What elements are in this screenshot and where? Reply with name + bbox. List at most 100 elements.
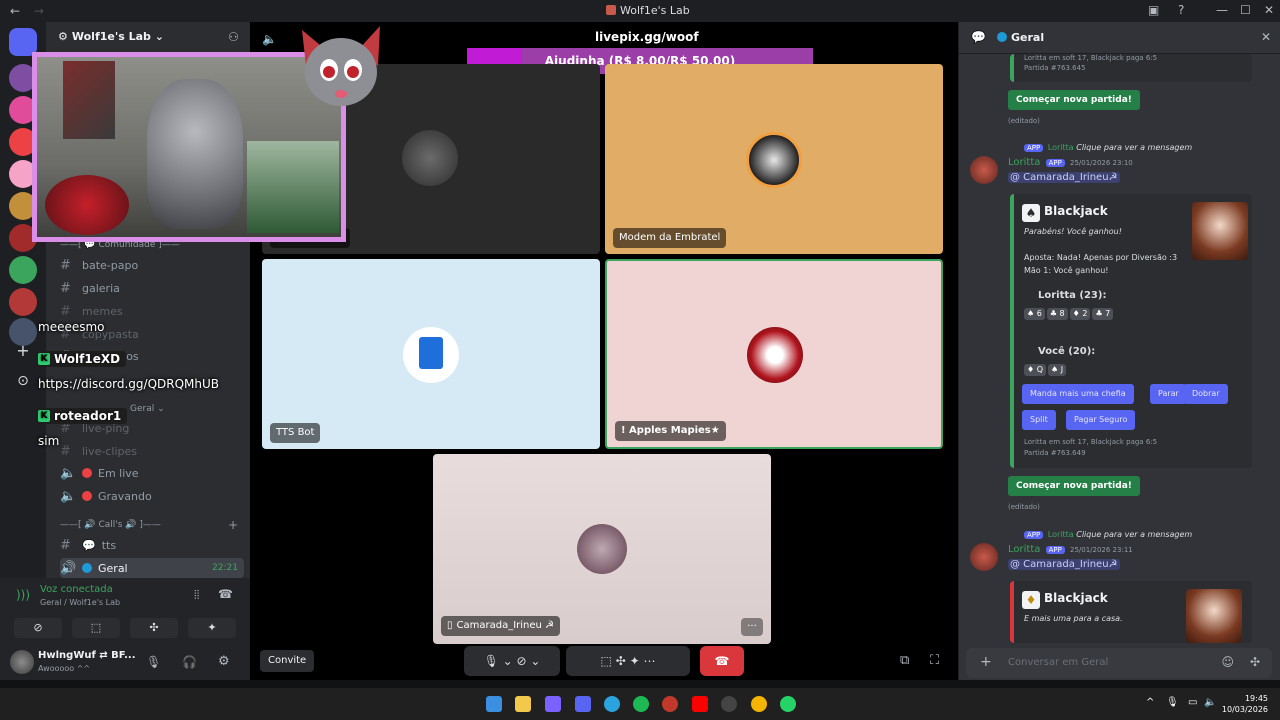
spotify-icon[interactable] (633, 696, 649, 712)
fullscreen-icon[interactable]: ⛶ (930, 653, 939, 668)
hit-button[interactable]: Manda mais uma chefia (1022, 384, 1134, 404)
server-icon[interactable] (9, 288, 37, 316)
server-icon[interactable] (9, 256, 37, 284)
app-icon[interactable] (662, 696, 678, 712)
participant-tile[interactable]: Modem da Embratel (605, 64, 943, 254)
soundboard-button[interactable]: ✦ (188, 618, 236, 638)
server-name-header[interactable]: ⚙ Wolf1e's Lab ⌄ (58, 30, 164, 43)
screen-share-button[interactable]: ⬚ (72, 618, 120, 638)
channel-live-clipes[interactable]: # live-clipes (60, 441, 137, 461)
insurance-button[interactable]: Pagar Seguro (1066, 410, 1136, 430)
taskbar-clock[interactable]: 19:45 10/03/2026 (1222, 693, 1268, 715)
camera-toggle-button[interactable]: ⊘ (14, 618, 62, 638)
speaker-icon: 🔈 (60, 465, 77, 481)
participant-tile[interactable]: ! Apples Mapies★ (605, 259, 943, 449)
new-game-button[interactable]: Começar nova partida! (1008, 90, 1140, 110)
tray-volume-icon[interactable]: 🔈 (1204, 697, 1216, 708)
help-icon[interactable]: ? (1178, 3, 1184, 17)
noise-suppression-icon[interactable]: ⦙⦙ (194, 588, 199, 603)
close-chat-icon[interactable]: ✕ (1261, 30, 1271, 44)
username-text: roteador1 (54, 409, 122, 423)
avatar[interactable] (970, 543, 998, 571)
microphone-icon[interactable]: 🎙 (146, 655, 161, 669)
invite-button[interactable]: Convite (260, 650, 315, 672)
settings-gear-icon[interactable]: ⚙ (218, 654, 230, 669)
message-author[interactable]: Loritta APP 25/01/2026 23:10 (1008, 157, 1133, 168)
hang-up-button[interactable]: ☎ (700, 646, 744, 676)
reply-reference[interactable]: APP Loritta Clique para ver a mensagem (1022, 530, 1192, 539)
participant-tile[interactable]: TTS Bot (262, 259, 600, 449)
embed-footer: Loritta em soft 17, Blackjack paga 6:5 (1024, 54, 1158, 62)
username[interactable]: HwlngWuf ⇄ BF... (38, 650, 136, 661)
explore-icon[interactable]: ⊙ (9, 368, 37, 396)
emoji-icon[interactable]: ☺ (1221, 655, 1234, 669)
embed-title: Blackjack (1044, 204, 1108, 218)
channel-galeria[interactable]: # galeria (60, 278, 120, 298)
reply-text: Clique para ver a mensagem (1076, 143, 1193, 152)
user-mention[interactable]: @ Camarada_Irineu☭ (1008, 559, 1120, 570)
headset-icon[interactable]: 🎧 (182, 655, 197, 669)
participant-tile[interactable]: ▯ Camarada_Irineu ☭ ··· (433, 454, 771, 644)
hand-result: Mão 1: Você ganhou! (1024, 266, 1109, 275)
windows-start-icon[interactable] (486, 696, 502, 712)
disconnect-icon[interactable]: ☎ (218, 587, 233, 601)
tray-network-icon[interactable]: ▭ (1188, 697, 1197, 708)
inbox-icon[interactable]: ▣ (1148, 3, 1159, 17)
chrome-icon[interactable] (751, 696, 767, 712)
split-button[interactable]: Split (1022, 410, 1056, 430)
playing-card: ♣ 7 (1092, 308, 1114, 320)
category-geral[interactable]: Geral ⌄ (130, 404, 165, 414)
reply-reference[interactable]: APP Loritta Clique para ver a mensagem (1022, 143, 1192, 152)
new-game-button[interactable]: Começar nova partida! (1008, 476, 1140, 496)
double-button[interactable]: Dobrar (1184, 384, 1228, 404)
channel-tts[interactable]: # 💬 tts (60, 535, 116, 555)
activities-button[interactable]: ✣ (130, 618, 178, 638)
category-calls[interactable]: ——[ 🔊 Call's 🔊 ]—— (60, 520, 161, 530)
tray-chevron-icon[interactable]: ^ (1146, 697, 1154, 708)
nav-arrows: ← → (10, 4, 44, 18)
message-author[interactable]: Loritta APP 25/01/2026 23:11 (1008, 544, 1133, 555)
add-member-icon[interactable]: ⚇ (228, 30, 239, 44)
voice-channel-gravando[interactable]: 🔈 Gravando (60, 486, 152, 506)
hash-icon: # (60, 303, 71, 319)
more-options-button[interactable]: ··· (741, 618, 763, 636)
game-result: E mais uma para a casa. (1024, 614, 1123, 623)
channel-bate-papo[interactable]: # bate-papo (60, 255, 138, 275)
voice-channel-em-live[interactable]: 🔈 Em live (60, 463, 139, 483)
kick-badge-icon: K (38, 353, 50, 365)
minimize-button[interactable]: — (1216, 3, 1228, 17)
telegram-icon[interactable] (604, 696, 620, 712)
youtube-icon[interactable] (692, 696, 708, 712)
dealer-cards: ♠ 6 ♣ 8 ♦ 2 ♣ 7 (1024, 308, 1115, 320)
back-arrow-icon[interactable]: ← (10, 4, 20, 18)
add-attachment-icon[interactable]: + (980, 654, 992, 670)
apps-icon[interactable]: ✣ (1250, 655, 1260, 669)
mute-button[interactable]: 🎙 ⌄ ⊘ ⌄ (464, 646, 560, 676)
obs-icon[interactable] (721, 696, 737, 712)
forward-arrow-icon[interactable]: → (34, 4, 44, 18)
channel-memes[interactable]: # memes (60, 301, 123, 321)
whatsapp-icon[interactable] (780, 696, 796, 712)
popout-icon[interactable]: ⧉ (900, 653, 909, 668)
discord-icon[interactable] (575, 696, 591, 712)
close-button[interactable]: ✕ (1264, 3, 1274, 17)
globe-icon (82, 563, 92, 573)
plush-toy (45, 175, 129, 235)
add-channel-icon[interactable]: + (228, 518, 238, 532)
file-explorer-icon[interactable] (515, 696, 531, 712)
volume-icon[interactable]: 🔈 (262, 32, 277, 46)
voice-location[interactable]: Geral / Wolf1e's Lab (40, 598, 120, 607)
voice-channel-geral[interactable]: 🔊 Geral 22:21 (60, 558, 244, 578)
user-mention[interactable]: @ Camarada_Irineu☭ (1008, 172, 1120, 183)
maximize-button[interactable]: ☐ (1240, 3, 1251, 17)
avatar[interactable] (10, 650, 34, 674)
stand-button[interactable]: Parar (1150, 384, 1187, 404)
avatar[interactable] (970, 156, 998, 184)
screen-share-button[interactable]: ⬚ ✣ ✦ ⋯ (566, 646, 690, 676)
add-server-icon[interactable]: + (9, 338, 37, 366)
tray-mic-icon[interactable]: 🎙 (1166, 697, 1179, 708)
embed-thumbnail (1186, 589, 1242, 643)
author-name: Loritta (1008, 544, 1041, 555)
app-icon[interactable] (545, 696, 561, 712)
chat-input[interactable]: + Conversar em Geral ☺ ✣ (966, 648, 1272, 678)
